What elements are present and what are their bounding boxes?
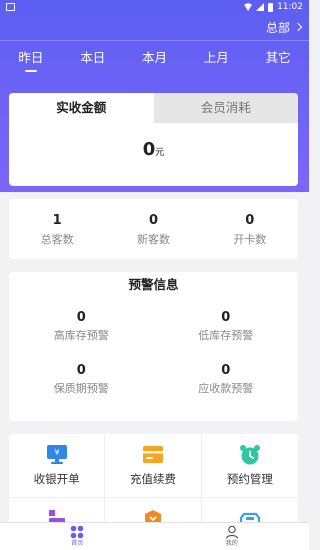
- tab-member-consumption[interactable]: 会员消耗: [153, 93, 298, 123]
- period-tabs: 昨日 本日 本月 上月 其它: [0, 46, 309, 74]
- alert-value: 0: [221, 363, 231, 378]
- svg-text:¥: ¥: [54, 448, 59, 457]
- profile-icon: [225, 525, 238, 539]
- stat-value: 1: [52, 213, 62, 228]
- stat-label: 新客数: [136, 233, 170, 246]
- stat-value: 0: [245, 213, 255, 228]
- amount-segment: 实收金额 会员消耗: [9, 93, 298, 123]
- tab-other[interactable]: 其它: [247, 46, 309, 74]
- recharge-card-icon: [142, 446, 163, 463]
- alert-label: 保质期预警: [53, 382, 109, 395]
- alert-label: 应收款预警: [198, 382, 254, 395]
- chevron-right-icon: [293, 22, 303, 32]
- nav-home[interactable]: 首页: [0, 523, 155, 550]
- amount-display: 0元: [9, 139, 298, 160]
- tab-received-amount[interactable]: 实收金额: [9, 93, 154, 123]
- amount-card: 实收金额 会员消耗 0元: [9, 93, 298, 186]
- menu-label: 充值续费: [129, 472, 176, 486]
- alert-receivables[interactable]: 0 应收款预警: [154, 363, 299, 396]
- tab-today[interactable]: 本日: [62, 46, 124, 74]
- alarm-clock-icon: [239, 445, 260, 465]
- menu-recharge[interactable]: 充值续费: [105, 434, 202, 498]
- status-bar: 11:02: [0, 0, 309, 15]
- store-selector[interactable]: 总部: [265, 18, 303, 36]
- stat-label: 开卡数: [233, 233, 267, 246]
- stat-new-customers[interactable]: 0 新客数: [105, 199, 201, 259]
- alert-high-stock[interactable]: 0 高库存预警: [9, 310, 154, 343]
- home-grid-icon: [70, 525, 84, 539]
- tab-last-month[interactable]: 上月: [185, 46, 247, 74]
- alert-label: 低库存预警: [198, 329, 254, 342]
- amount-value: 0: [142, 139, 156, 160]
- alert-card: 预警信息 0 高库存预警 0 低库存预警 0 保质期预警 0 应收款预警: [9, 272, 298, 421]
- nav-label: 首页: [71, 540, 84, 547]
- alert-label: 高库存预警: [53, 329, 109, 342]
- stat-value: 0: [148, 213, 159, 228]
- alert-shelf-life[interactable]: 0 保质期预警: [9, 363, 154, 396]
- tab-this-month[interactable]: 本月: [124, 46, 186, 74]
- bottom-nav: 首页 我的: [0, 522, 309, 550]
- menu-label: 收银开单: [33, 472, 80, 486]
- stat-label: 总客数: [40, 233, 74, 246]
- amount-unit: 元: [155, 148, 165, 158]
- menu-appointment[interactable]: 预约管理: [201, 434, 298, 498]
- stat-total-customers[interactable]: 1 总客数: [9, 199, 105, 259]
- wifi-icon: [244, 3, 253, 11]
- alert-value: 0: [76, 363, 86, 378]
- menu-label: 预约管理: [226, 472, 273, 486]
- nav-label: 我的: [225, 540, 238, 547]
- nav-profile[interactable]: 我的: [155, 523, 310, 550]
- header-divider: [0, 40, 309, 41]
- battery-icon: [268, 2, 274, 12]
- alert-grid: 0 高库存预警 0 低库存预警 0 保质期预警 0 应收款预警: [9, 310, 298, 396]
- stat-cards-opened[interactable]: 0 开卡数: [202, 199, 298, 259]
- cashier-monitor-icon: ¥: [46, 445, 67, 464]
- screenshot-notification-icon: [6, 3, 15, 11]
- customer-stats-card: 1 总客数 0 新客数 0 开卡数: [9, 199, 298, 259]
- alert-title: 预警信息: [128, 277, 179, 292]
- store-label: 总部: [265, 20, 290, 35]
- alert-low-stock[interactable]: 0 低库存预警: [154, 310, 299, 343]
- alert-value: 0: [221, 310, 231, 325]
- menu-cashier[interactable]: ¥ 收银开单: [9, 434, 106, 498]
- signal-icon: [256, 3, 265, 11]
- status-time: 11:02: [277, 2, 303, 12]
- alert-value: 0: [76, 310, 86, 325]
- tab-yesterday[interactable]: 昨日: [0, 46, 62, 74]
